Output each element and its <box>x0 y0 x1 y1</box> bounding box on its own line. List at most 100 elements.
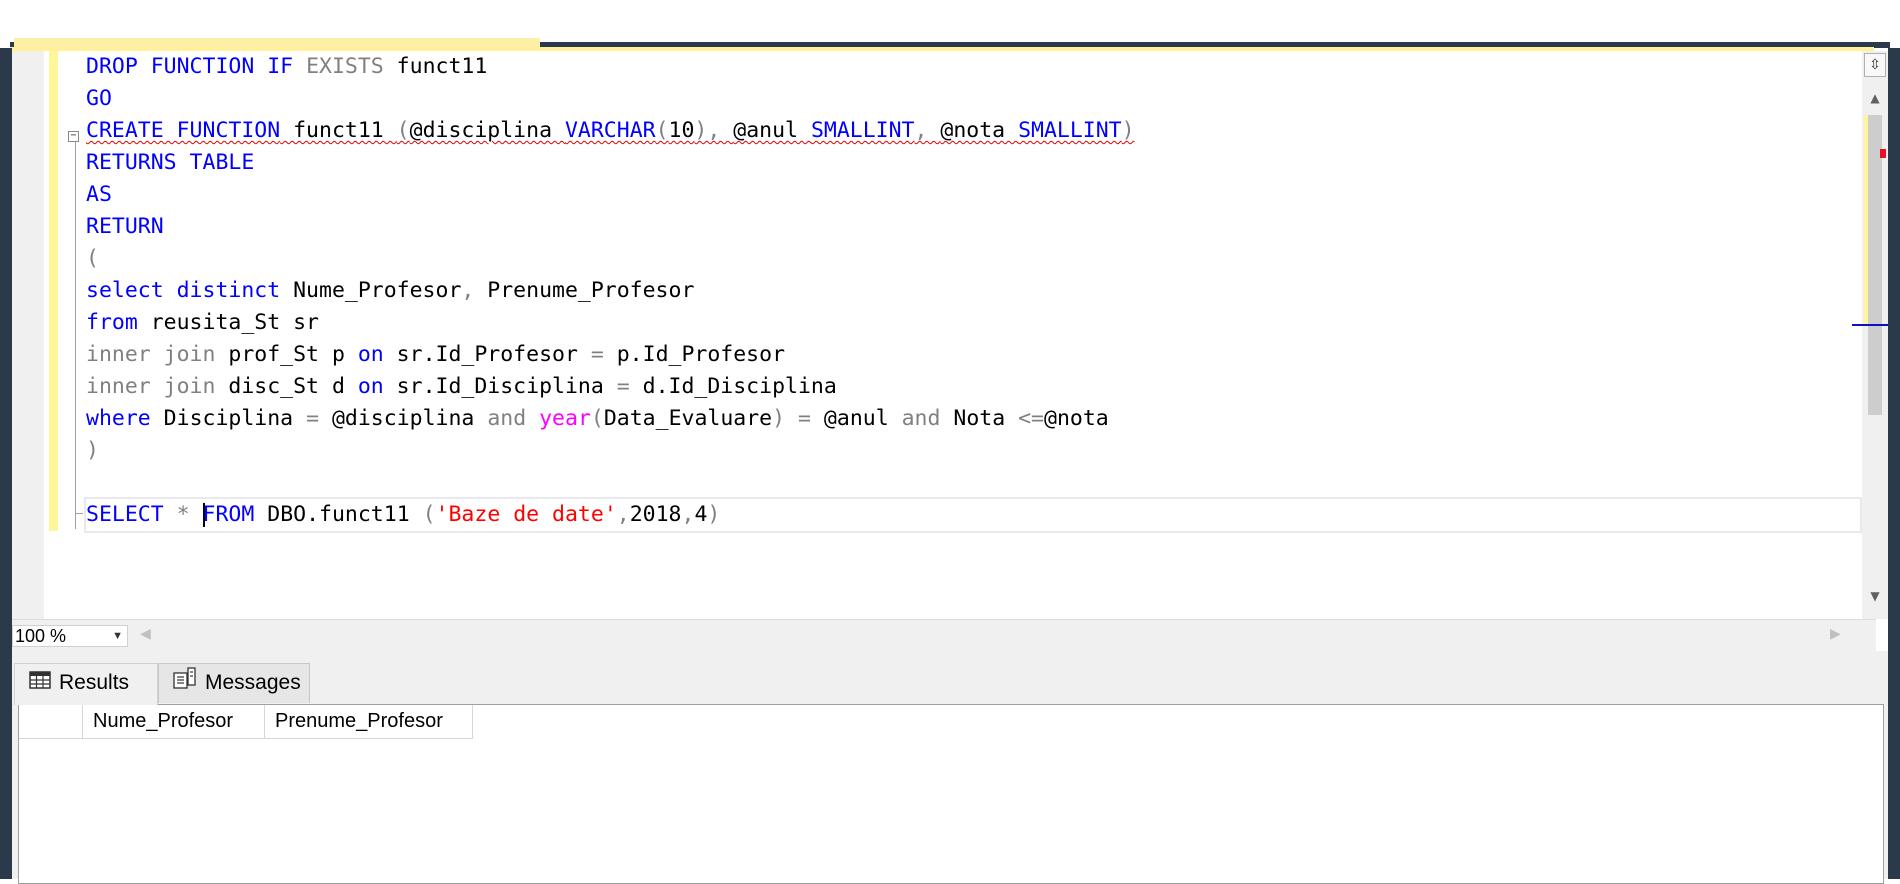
code-token: ( <box>655 118 669 143</box>
document-tab[interactable] <box>14 38 540 47</box>
code-token: inner join <box>86 342 216 367</box>
grid-icon <box>29 664 51 702</box>
code-token: ) <box>86 438 99 463</box>
code-line[interactable]: ( <box>86 243 1846 275</box>
code-line[interactable]: from reusita_St sr <box>86 307 1846 339</box>
code-token: ) <box>707 502 721 527</box>
change-tracking-bar <box>49 51 58 531</box>
chevron-down-icon[interactable]: ▼ <box>112 626 123 646</box>
code-token: = <box>616 374 630 399</box>
tab-results[interactable]: Results <box>14 663 158 705</box>
code-token: p.Id_Profesor <box>603 342 786 367</box>
code-token: = <box>306 406 320 431</box>
column-header[interactable]: Nume_Profesor <box>83 705 265 739</box>
editor-statusbar: 100 % ▼ ◀ ▶ <box>12 619 1876 652</box>
code-line[interactable]: select distinct Nume_Profesor, Prenume_P… <box>86 275 1846 307</box>
messages-icon <box>173 664 197 702</box>
tab-messages[interactable]: Messages <box>158 663 310 703</box>
code-token: on <box>357 374 384 399</box>
code-token: , <box>616 502 630 527</box>
code-line[interactable]: GO <box>86 83 1846 115</box>
code-line[interactable]: DROP FUNCTION IF EXISTS funct11 <box>86 51 1846 83</box>
scroll-left-icon[interactable]: ◀ <box>140 626 151 642</box>
code-token: CREATE FUNCTION <box>86 118 281 143</box>
code-token: d.Id_Disciplina <box>629 374 837 399</box>
code-token: select distinct <box>86 278 281 303</box>
tab-results-label: Results <box>59 671 130 694</box>
zoom-value: 100 % <box>15 626 67 646</box>
code-line[interactable]: where Disciplina = @disciplina and year(… <box>86 403 1846 435</box>
code-token: where <box>86 406 151 431</box>
code-line[interactable]: RETURN <box>86 211 1846 243</box>
code-token: 2018 <box>629 502 682 527</box>
code-token: VARCHAR <box>564 118 656 143</box>
code-token: ) <box>772 406 786 431</box>
code-token: DROP FUNCTION IF <box>86 54 307 79</box>
code-token: 4 <box>694 502 708 527</box>
code-line[interactable]: SELECT * FROM DBO.funct11 ('Baze de date… <box>84 497 1862 533</box>
code-token: prof_St p <box>215 342 358 367</box>
code-token: = <box>590 342 604 367</box>
vertical-scrollbar[interactable]: ⇳ ▲ ▼ <box>1852 51 1888 619</box>
code-token: ( <box>590 406 604 431</box>
scroll-up-icon[interactable]: ▲ <box>1864 91 1886 107</box>
code-line[interactable]: CREATE FUNCTION funct11 (@disciplina VAR… <box>86 115 1846 147</box>
code-token: @anul <box>810 406 902 431</box>
outline-line <box>75 137 76 529</box>
code-token: Nume_Profesor <box>280 278 462 303</box>
results-grid[interactable]: Nume_Profesor Prenume_Profesor <box>18 704 1884 884</box>
code-token: Prenume_Profesor <box>474 278 695 303</box>
code-token: @nota <box>940 118 1019 143</box>
scroll-right-icon[interactable]: ▶ <box>1830 626 1841 642</box>
code-line[interactable]: RETURNS TABLE <box>86 147 1846 179</box>
window-frame-left <box>0 48 12 879</box>
code-token: ( <box>422 502 436 527</box>
code-token: GO <box>86 86 112 111</box>
code-token: 10 <box>668 118 695 143</box>
code-token: Nota <box>940 406 1019 431</box>
code-token: sr.Id_Disciplina <box>383 374 617 399</box>
code-line[interactable]: inner join disc_St d on sr.Id_Disciplina… <box>86 371 1846 403</box>
split-window-icon[interactable]: ⇳ <box>1864 53 1886 77</box>
top-area <box>0 0 1900 42</box>
code-token: funct11 <box>383 54 488 79</box>
code-token: on <box>357 342 384 367</box>
code-token: , <box>914 118 941 143</box>
scroll-down-icon[interactable]: ▼ <box>1864 589 1886 605</box>
code-token: ( <box>86 246 99 271</box>
scrollbar-caret-marker <box>1852 324 1888 326</box>
code-token: DBO.funct11 <box>254 502 423 527</box>
code-line[interactable]: inner join prof_St p on sr.Id_Profesor =… <box>86 339 1846 371</box>
code-token: ( <box>396 118 410 143</box>
code-area[interactable]: DROP FUNCTION IF EXISTS funct11 GO CREATE … <box>84 51 1862 533</box>
query-editor[interactable]: − DROP FUNCTION IF EXISTS funct11 GO CREAT… <box>12 51 1888 619</box>
code-token: @nota <box>1044 406 1109 431</box>
code-token: from <box>86 310 138 335</box>
code-token: ), <box>694 118 734 143</box>
code-token: SMALLINT <box>810 118 915 143</box>
scrollbar-thumb[interactable] <box>1868 115 1882 415</box>
editor-gutter <box>12 51 44 619</box>
grid-corner[interactable] <box>19 705 83 739</box>
code-line[interactable]: AS <box>86 179 1846 211</box>
column-header[interactable]: Prenume_Profesor <box>265 705 473 739</box>
code-token: @disciplina <box>319 406 488 431</box>
code-token: reusita_St sr <box>137 310 319 335</box>
code-token: = <box>798 406 811 431</box>
zoom-select[interactable]: 100 % ▼ <box>12 625 128 647</box>
code-token: EXISTS <box>306 54 384 79</box>
collapse-icon[interactable]: − <box>68 131 79 142</box>
code-token: AS <box>86 182 112 207</box>
window-frame-right <box>1888 48 1900 879</box>
code-token: disc_St d <box>215 374 358 399</box>
code-line[interactable]: ) <box>86 435 1846 467</box>
code-token: RETURN <box>86 214 164 239</box>
code-token: RETURNS TABLE <box>86 150 255 175</box>
code-token: and <box>901 406 941 431</box>
tab-messages-label: Messages <box>205 671 301 694</box>
code-line[interactable]: ​ <box>86 467 1846 499</box>
code-token: inner join <box>86 374 216 399</box>
